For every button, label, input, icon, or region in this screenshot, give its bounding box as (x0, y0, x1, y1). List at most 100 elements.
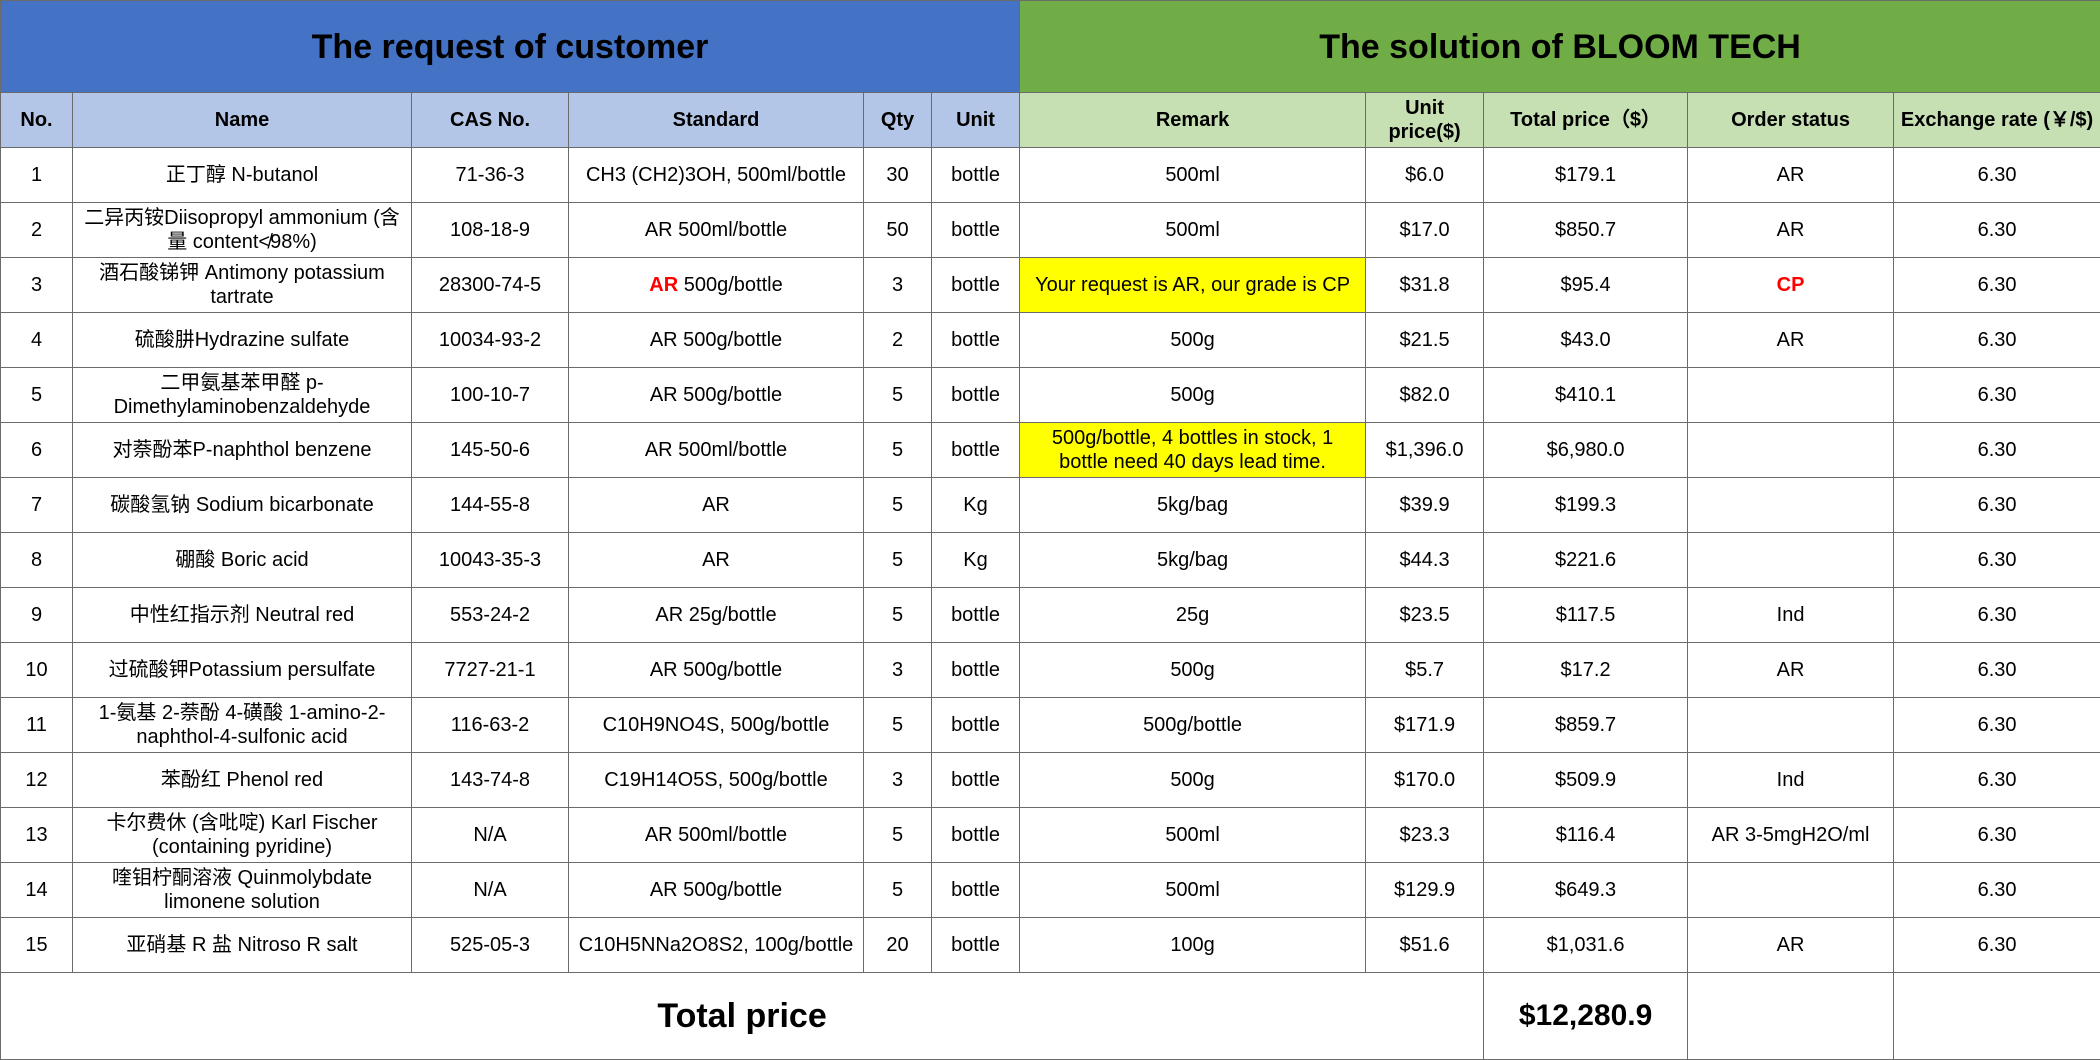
cell-unit: bottle (932, 918, 1020, 973)
cell-unit: bottle (932, 313, 1020, 368)
cell-unit: Kg (932, 478, 1020, 533)
cell-total: $116.4 (1484, 808, 1688, 863)
cell-total: $509.9 (1484, 753, 1688, 808)
cell-unit: bottle (932, 258, 1020, 313)
cell-name: 碳酸氢钠 Sodium bicarbonate (73, 478, 412, 533)
cell-unit: bottle (932, 423, 1020, 478)
cell-remark-highlighted: Your request is AR, our grade is CP (1020, 258, 1366, 313)
table-row: 15 亚硝基 R 盐 Nitroso R salt 525-05-3 C10H5… (1, 918, 2100, 973)
cell-name: 苯酚红 Phenol red (73, 753, 412, 808)
cell-total: $6,980.0 (1484, 423, 1688, 478)
cell-cas: 28300-74-5 (412, 258, 569, 313)
cell-unit: bottle (932, 203, 1020, 258)
cell-no: 8 (1, 533, 73, 588)
cell-remark: 5kg/bag (1020, 478, 1366, 533)
cell-total: $859.7 (1484, 698, 1688, 753)
cell-unit-price: $5.7 (1366, 643, 1484, 698)
col-header-remark: Remark (1020, 93, 1366, 148)
cell-no: 6 (1, 423, 73, 478)
cell-cas: 144-55-8 (412, 478, 569, 533)
cell-cas: 10034-93-2 (412, 313, 569, 368)
cell-unit: bottle (932, 698, 1020, 753)
cell-name: 1-氨基 2-萘酚 4-磺酸 1-amino-2-naphthol-4-sulf… (73, 698, 412, 753)
cell-rate: 6.30 (1894, 863, 2100, 918)
standard-spec: 500g/bottle (678, 274, 783, 296)
table-row: 9 中性红指示剂 Neutral red 553-24-2 AR 25g/bot… (1, 588, 2100, 643)
cell-no: 5 (1, 368, 73, 423)
cell-status: AR (1688, 148, 1894, 203)
cell-remark: 500ml (1020, 148, 1366, 203)
cell-cas: N/A (412, 863, 569, 918)
cell-status: AR (1688, 918, 1894, 973)
table-row: 6 对萘酚苯P-naphthol benzene 145-50-6 AR 500… (1, 423, 2100, 478)
cell-qty: 5 (864, 368, 932, 423)
cell-qty: 30 (864, 148, 932, 203)
cell-no: 2 (1, 203, 73, 258)
cell-name: 硼酸 Boric acid (73, 533, 412, 588)
cell-remark: 500g (1020, 643, 1366, 698)
cell-total: $199.3 (1484, 478, 1688, 533)
cell-remark: 500g (1020, 368, 1366, 423)
cell-standard: AR (569, 478, 864, 533)
cell-unit: bottle (932, 148, 1020, 203)
cell-remark: 500ml (1020, 203, 1366, 258)
cell-rate: 6.30 (1894, 258, 2100, 313)
cell-no: 1 (1, 148, 73, 203)
cell-name: 硫酸肼Hydrazine sulfate (73, 313, 412, 368)
cell-qty: 5 (864, 423, 932, 478)
cell-no: 10 (1, 643, 73, 698)
col-header-exchange-rate: Exchange rate (￥/$) (1894, 93, 2100, 148)
table-row: 13 卡尔费休 (含吡啶) Karl Fischer (containing p… (1, 808, 2100, 863)
col-header-name: Name (73, 93, 412, 148)
cell-unit-price: $51.6 (1366, 918, 1484, 973)
cell-cas: 116-63-2 (412, 698, 569, 753)
cell-cas: 143-74-8 (412, 753, 569, 808)
cell-qty: 50 (864, 203, 932, 258)
cell-unit-price: $171.9 (1366, 698, 1484, 753)
cell-status: AR (1688, 643, 1894, 698)
cell-rate: 6.30 (1894, 918, 2100, 973)
cell-rate: 6.30 (1894, 203, 2100, 258)
cell-rate: 6.30 (1894, 478, 2100, 533)
cell-remark: 25g (1020, 588, 1366, 643)
col-header-no: No. (1, 93, 73, 148)
cell-name: 中性红指示剂 Neutral red (73, 588, 412, 643)
col-header-total-price: Total price（$） (1484, 93, 1688, 148)
cell-remark: 500ml (1020, 863, 1366, 918)
total-price-label: Total price (1, 973, 1484, 1060)
cell-unit-price: $31.8 (1366, 258, 1484, 313)
cell-unit-price: $82.0 (1366, 368, 1484, 423)
total-row: Total price $12,280.9 (1, 973, 2100, 1060)
col-header-unit-price: Unit price($) (1366, 93, 1484, 148)
cell-unit-price: $1,396.0 (1366, 423, 1484, 478)
cell-status (1688, 423, 1894, 478)
cell-unit-price: $21.5 (1366, 313, 1484, 368)
cell-no: 12 (1, 753, 73, 808)
cell-qty: 3 (864, 753, 932, 808)
cell-rate: 6.30 (1894, 753, 2100, 808)
cell-qty: 5 (864, 588, 932, 643)
cell-name: 喹钼柠酮溶液 Quinmolybdate limonene solution (73, 863, 412, 918)
cell-rate: 6.30 (1894, 368, 2100, 423)
cell-qty: 5 (864, 698, 932, 753)
cell-cas: N/A (412, 808, 569, 863)
cell-no: 3 (1, 258, 73, 313)
cell-total: $410.1 (1484, 368, 1688, 423)
cell-unit: bottle (932, 808, 1020, 863)
table-row: 1 正丁醇 N-butanol 71-36-3 CH3 (CH2)3OH, 50… (1, 148, 2100, 203)
table-row: 11 1-氨基 2-萘酚 4-磺酸 1-amino-2-naphthol-4-s… (1, 698, 2100, 753)
cell-status (1688, 478, 1894, 533)
cell-cas: 553-24-2 (412, 588, 569, 643)
cell-name: 正丁醇 N-butanol (73, 148, 412, 203)
cell-qty: 5 (864, 478, 932, 533)
col-header-standard: Standard (569, 93, 864, 148)
cell-standard: AR 500g/bottle (569, 643, 864, 698)
cell-rate: 6.30 (1894, 588, 2100, 643)
cell-no: 13 (1, 808, 73, 863)
cell-rate: 6.30 (1894, 698, 2100, 753)
cell-unit: bottle (932, 863, 1020, 918)
cell-cas: 100-10-7 (412, 368, 569, 423)
cell-total: $95.4 (1484, 258, 1688, 313)
cell-remark: 100g (1020, 918, 1366, 973)
cell-no: 9 (1, 588, 73, 643)
